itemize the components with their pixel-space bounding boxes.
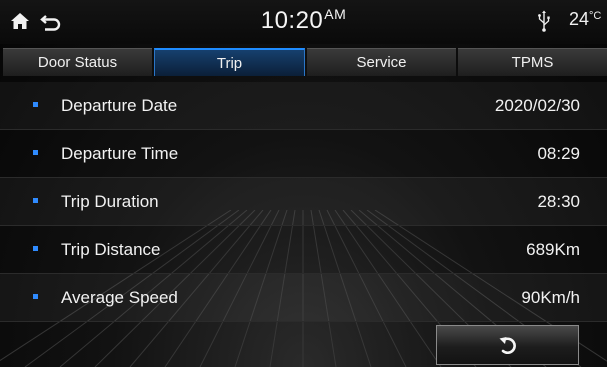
row-value: 08:29 — [537, 143, 580, 163]
trip-row-average-speed: Average Speed 90Km/h — [0, 274, 607, 322]
temperature-unit: °C — [589, 10, 602, 22]
clock-time: 10:20 — [260, 7, 324, 34]
clock-ampm: AM — [324, 6, 347, 22]
usb-icon — [538, 10, 550, 32]
tab-label: Trip — [216, 54, 243, 72]
trip-row-departure-time: Departure Time 08:29 — [0, 130, 607, 178]
row-label: Departure Time — [61, 143, 179, 163]
row-value: 90Km/h — [521, 287, 580, 307]
temperature: 24°C — [569, 9, 601, 30]
reset-button[interactable] — [436, 325, 579, 365]
tab-label: Service — [356, 54, 407, 71]
row-label: Departure Date — [61, 95, 178, 115]
trip-row-trip-distance: Trip Distance 689Km — [0, 226, 607, 274]
tab-tpms[interactable]: TPMS — [458, 48, 607, 76]
row-label: Trip Distance — [61, 239, 161, 259]
tab-door-status[interactable]: Door Status — [3, 48, 152, 76]
row-value: 689Km — [526, 239, 580, 259]
bullet-icon — [33, 150, 38, 155]
bullet-icon — [33, 246, 38, 251]
row-label: Average Speed — [61, 287, 178, 307]
bullet-icon — [33, 198, 38, 203]
trip-row-departure-date: Departure Date 2020/02/30 — [0, 82, 607, 130]
trip-info-list: Departure Date 2020/02/30 Departure Time… — [0, 82, 607, 322]
status-bar: 10:20AM 24°C — [0, 0, 607, 44]
tab-label: Door Status — [37, 54, 118, 71]
tab-label: TPMS — [511, 54, 554, 71]
row-value: 28:30 — [537, 191, 580, 211]
tab-service[interactable]: Service — [307, 48, 456, 76]
clock: 10:20AM — [0, 6, 607, 35]
row-label: Trip Duration — [61, 191, 159, 211]
temperature-value: 24 — [569, 9, 590, 29]
row-value: 2020/02/30 — [494, 95, 580, 115]
refresh-icon — [499, 337, 516, 355]
tab-bar: Door Status Trip Service TPMS — [3, 48, 607, 78]
screen: 10:20AM 24°C Door Status Trip Service TP… — [0, 0, 607, 367]
trip-row-trip-duration: Trip Duration 28:30 — [0, 178, 607, 226]
tab-trip[interactable]: Trip — [154, 48, 305, 76]
bullet-icon — [33, 294, 38, 299]
bullet-icon — [33, 102, 38, 107]
